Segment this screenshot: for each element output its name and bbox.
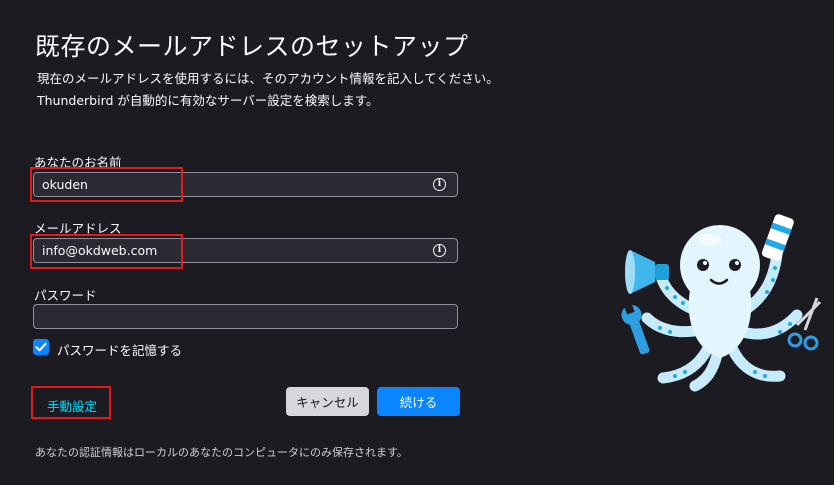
remember-password-label[interactable]: パスワードを記憶する xyxy=(57,340,182,359)
page-title: 既存のメールアドレスのセットアップ xyxy=(35,32,469,61)
name-label: あなたのお名前 xyxy=(34,155,122,170)
email-label: メールアドレス xyxy=(34,221,122,236)
manual-config-link[interactable]: 手動設定 xyxy=(47,396,97,415)
info-icon[interactable]: i xyxy=(433,178,446,191)
continue-button[interactable]: 続ける xyxy=(377,387,460,416)
cancel-button[interactable]: キャンセル xyxy=(286,387,369,416)
description-line-2: Thunderbird が自動的に有効なサーバー設定を検索します。 xyxy=(37,93,379,108)
octopus-mascot-illustration xyxy=(621,214,822,392)
info-icon[interactable]: i xyxy=(433,244,446,257)
password-input[interactable] xyxy=(33,304,458,329)
checkmark-icon xyxy=(35,342,47,352)
remember-password-checkbox[interactable] xyxy=(33,339,49,355)
name-input[interactable] xyxy=(33,172,458,197)
description-line-1: 現在のメールアドレスを使用するには、そのアカウント情報を記入してください。 xyxy=(37,71,499,86)
footer-note: あなたの認証情報はローカルのあなたのコンピュータにのみ保存されます。 xyxy=(35,446,408,459)
password-label: パスワード xyxy=(34,288,97,303)
email-input[interactable] xyxy=(33,238,458,263)
